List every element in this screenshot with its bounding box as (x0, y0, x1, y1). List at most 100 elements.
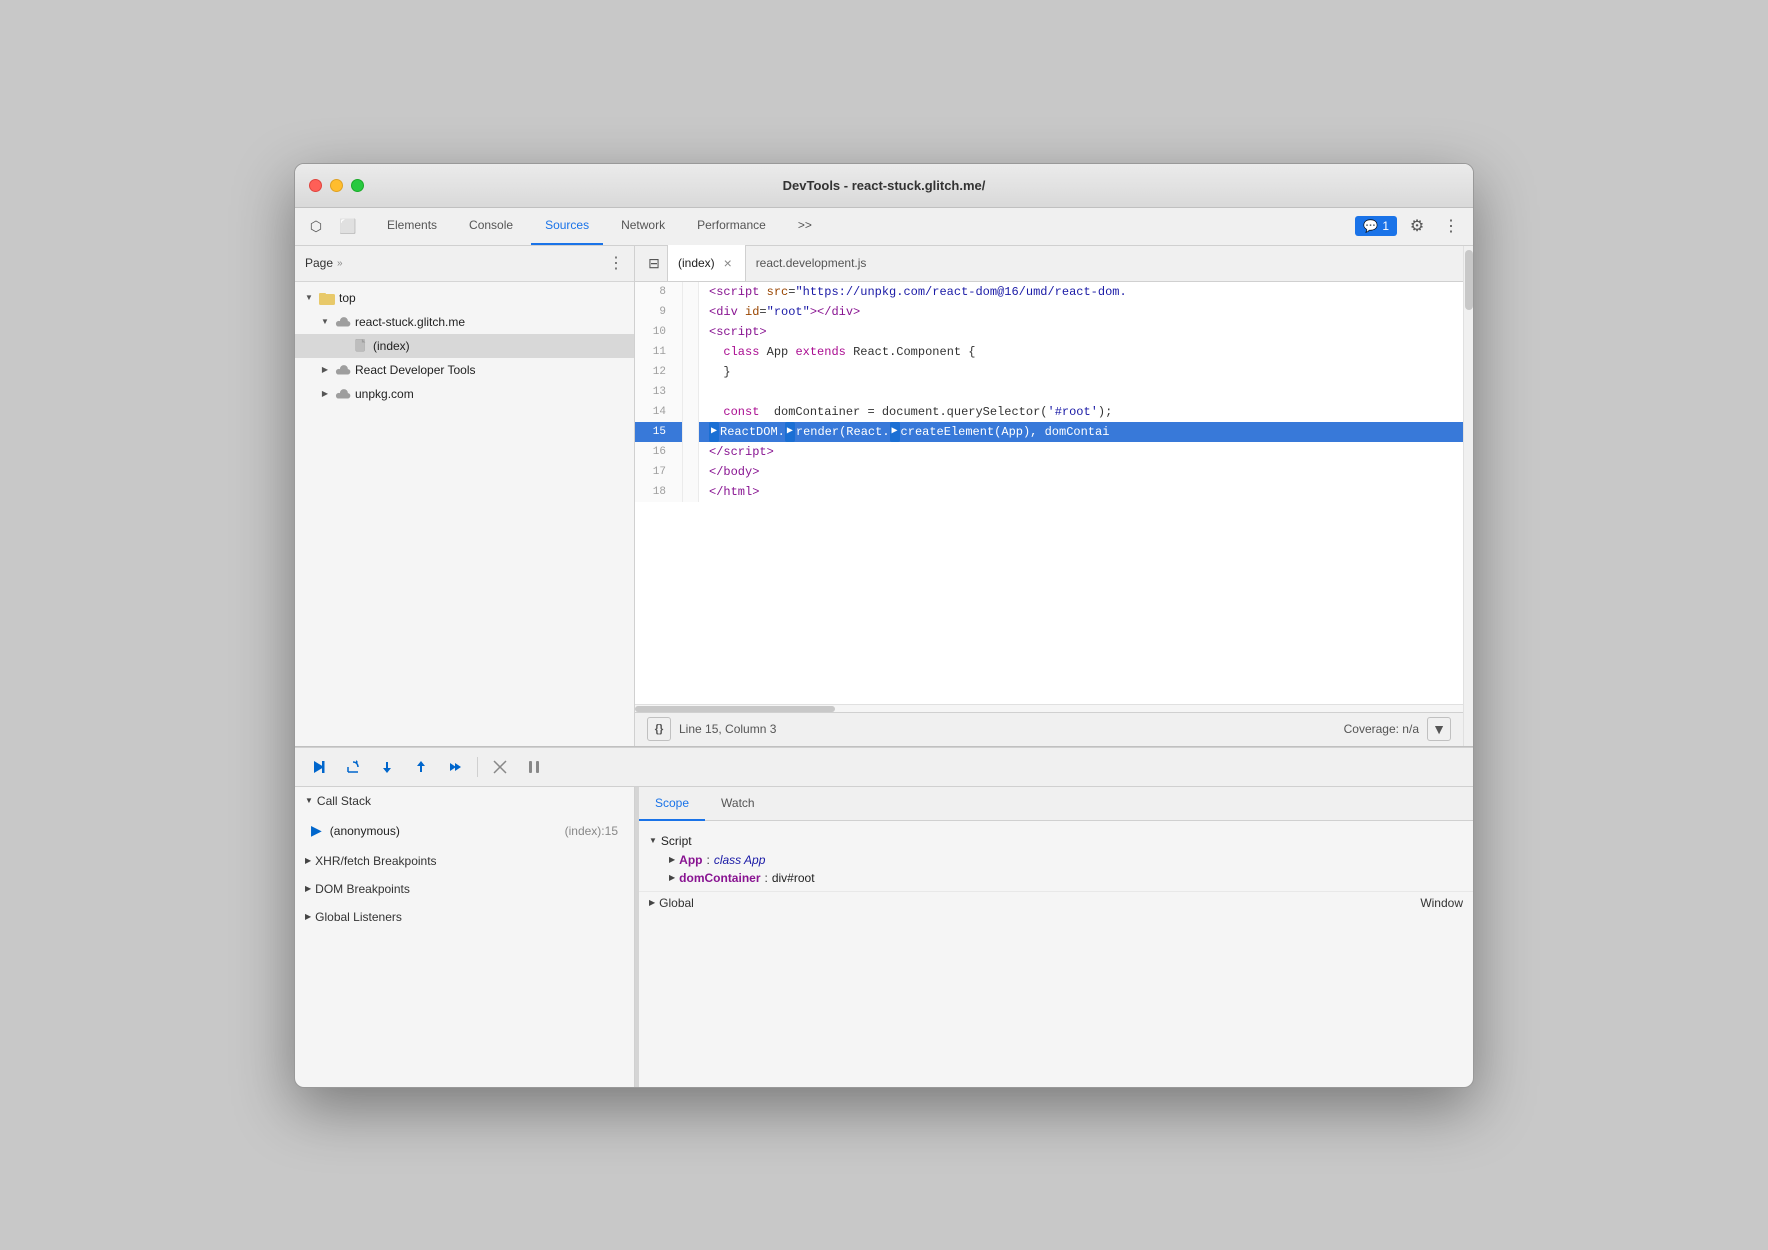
scope-script-header[interactable]: ▼ Script (649, 831, 1463, 851)
tab-performance[interactable]: Performance (683, 207, 780, 245)
scope-item-dom-arrow: ▶ (669, 873, 675, 882)
xhr-breakpoints-header[interactable]: ▶ XHR/fetch Breakpoints (295, 847, 634, 875)
scope-item-app-arrow: ▶ (669, 855, 675, 864)
tree-label-glitch: react-stuck.glitch.me (355, 315, 465, 329)
scope-script-label: Script (661, 834, 692, 848)
maximize-button[interactable] (351, 179, 364, 192)
tab-sources[interactable]: Sources (531, 207, 603, 245)
code-line-14: 14 const domContainer = document.querySe… (635, 402, 1463, 422)
scope-item-app-key: App (679, 853, 702, 867)
tree-item-react-devtools[interactable]: ▶ React Developer Tools (295, 358, 634, 382)
window-title: DevTools - react-stuck.glitch.me/ (783, 178, 986, 193)
code-statusbar: {} Line 15, Column 3 Coverage: n/a ▼ (635, 712, 1463, 746)
scope-item-app[interactable]: ▶ App : class App (649, 851, 1463, 869)
callstack-arrow-icon: ▼ (305, 796, 313, 805)
scope-section-script: ▼ Script ▶ App : class App ▶ domContaine… (639, 827, 1473, 891)
xhr-breakpoints-title: XHR/fetch Breakpoints (315, 854, 436, 868)
deactivate-breakpoints-button[interactable] (488, 755, 512, 779)
code-line-10: 10 <script> (635, 322, 1463, 342)
global-listeners-title: Global Listeners (315, 910, 402, 924)
devtools-window: DevTools - react-stuck.glitch.me/ ⬡ ⬜ El… (294, 163, 1474, 1088)
top-content: Page » ⋮ ▼ top ▼ (295, 246, 1473, 746)
step-out-button[interactable] (409, 755, 433, 779)
titlebar: DevTools - react-stuck.glitch.me/ (295, 164, 1473, 208)
tab-more[interactable]: >> (784, 207, 826, 245)
scope-section-global[interactable]: ▶ Global Window (639, 891, 1473, 914)
minimize-button[interactable] (330, 179, 343, 192)
callstack-item-name: (anonymous) (330, 824, 565, 838)
scope-item-dom-val: div#root (772, 871, 815, 885)
nav-icons: ⬡ ⬜ (303, 213, 361, 239)
close-button[interactable] (309, 179, 322, 192)
code-scrollbar[interactable] (635, 704, 1463, 712)
step-into-button[interactable] (375, 755, 399, 779)
tree-label-react: React Developer Tools (355, 363, 476, 377)
code-tab-index[interactable]: (index) × (667, 245, 746, 281)
code-line-16: 16 </script> (635, 442, 1463, 462)
callstack-item-anonymous[interactable]: ▶ (anonymous) (index):15 (295, 815, 634, 847)
debug-separator (477, 757, 478, 777)
tree-item-unpkg[interactable]: ▶ unpkg.com (295, 382, 634, 406)
coverage-dropdown-icon[interactable]: ▼ (1427, 717, 1451, 741)
cursor-position: Line 15, Column 3 (679, 722, 776, 736)
code-lines: 8 <script src="https://unpkg.com/react-d… (635, 282, 1463, 502)
scope-global-value: Window (1420, 896, 1463, 910)
more-options-icon[interactable]: ⋮ (1437, 212, 1465, 240)
scope-watch-panel: Scope Watch ▼ Script ▶ (639, 787, 1473, 1087)
step-button[interactable] (443, 755, 467, 779)
coverage-label: Coverage: n/a (1344, 722, 1419, 736)
top-nav: ⬡ ⬜ Elements Console Sources Network Per… (295, 208, 1473, 246)
code-tab-index-label: (index) (678, 256, 715, 270)
code-tab-react-label: react.development.js (756, 256, 867, 270)
scope-tab-scope[interactable]: Scope (639, 787, 705, 821)
file-icon-index (353, 339, 369, 353)
close-tab-icon[interactable]: × (721, 256, 735, 270)
tree-item-top[interactable]: ▼ top (295, 286, 634, 310)
dom-breakpoints-header[interactable]: ▶ DOM Breakpoints (295, 875, 634, 903)
panel-toggle-icon[interactable]: ⊟ (641, 250, 667, 276)
xhr-arrow-icon: ▶ (305, 856, 311, 865)
dom-arrow-icon: ▶ (305, 884, 311, 893)
settings-icon[interactable]: ⚙ (1403, 212, 1431, 240)
global-listeners-header[interactable]: ▶ Global Listeners (295, 903, 634, 931)
tab-network[interactable]: Network (607, 207, 679, 245)
code-line-12: 12 } (635, 362, 1463, 382)
global-arrow-icon: ▶ (305, 912, 311, 921)
code-editor[interactable]: 8 <script src="https://unpkg.com/react-d… (635, 282, 1463, 704)
code-line-15: 15 ▶ReactDOM.▶render(React.▶createElemen… (635, 422, 1463, 442)
format-button[interactable]: {} (647, 717, 671, 741)
tab-elements[interactable]: Elements (373, 207, 451, 245)
tab-console[interactable]: Console (455, 207, 527, 245)
scrollbar-thumb (635, 706, 835, 712)
tree-item-glitch[interactable]: ▼ react-stuck.glitch.me (295, 310, 634, 334)
scope-script-arrow: ▼ (649, 836, 657, 845)
tree-arrow-unpkg: ▶ (319, 388, 331, 400)
callstack-title: Call Stack (317, 794, 371, 808)
code-line-18: 18 </html> (635, 482, 1463, 502)
scope-content: ▼ Script ▶ App : class App ▶ domContaine… (639, 821, 1473, 920)
tree-label-unpkg: unpkg.com (355, 387, 414, 401)
tree-item-index[interactable]: (index) (295, 334, 634, 358)
scope-tab-watch[interactable]: Watch (705, 787, 771, 821)
vertical-scrollbar[interactable] (1463, 246, 1473, 746)
folder-icon (319, 291, 335, 305)
code-line-17: 17 </body> (635, 462, 1463, 482)
code-tab-react[interactable]: react.development.js (746, 245, 877, 281)
scope-item-domcontainer[interactable]: ▶ domContainer : div#root (649, 869, 1463, 887)
feedback-badge[interactable]: 💬 1 (1355, 216, 1397, 236)
element-picker-icon[interactable]: ⬡ (303, 213, 329, 239)
scope-item-app-val: class App (714, 853, 766, 867)
callstack-header[interactable]: ▼ Call Stack (295, 787, 634, 815)
sidebar-more-icon[interactable]: ⋮ (608, 253, 624, 273)
statusbar-right: Coverage: n/a ▼ (1344, 717, 1451, 741)
code-line-11: 11 class App extends React.Component { (635, 342, 1463, 362)
code-line-9: 9 <div id="root"></div> (635, 302, 1463, 322)
device-toolbar-icon[interactable]: ⬜ (335, 213, 361, 239)
scope-global-label: Global (659, 896, 1420, 910)
resume-button[interactable] (307, 755, 331, 779)
code-line-13: 13 (635, 382, 1463, 402)
pause-on-exceptions-button[interactable] (522, 755, 546, 779)
traffic-lights (309, 179, 364, 192)
step-over-button[interactable] (341, 755, 365, 779)
sidebar-header-chevron: » (337, 258, 343, 269)
